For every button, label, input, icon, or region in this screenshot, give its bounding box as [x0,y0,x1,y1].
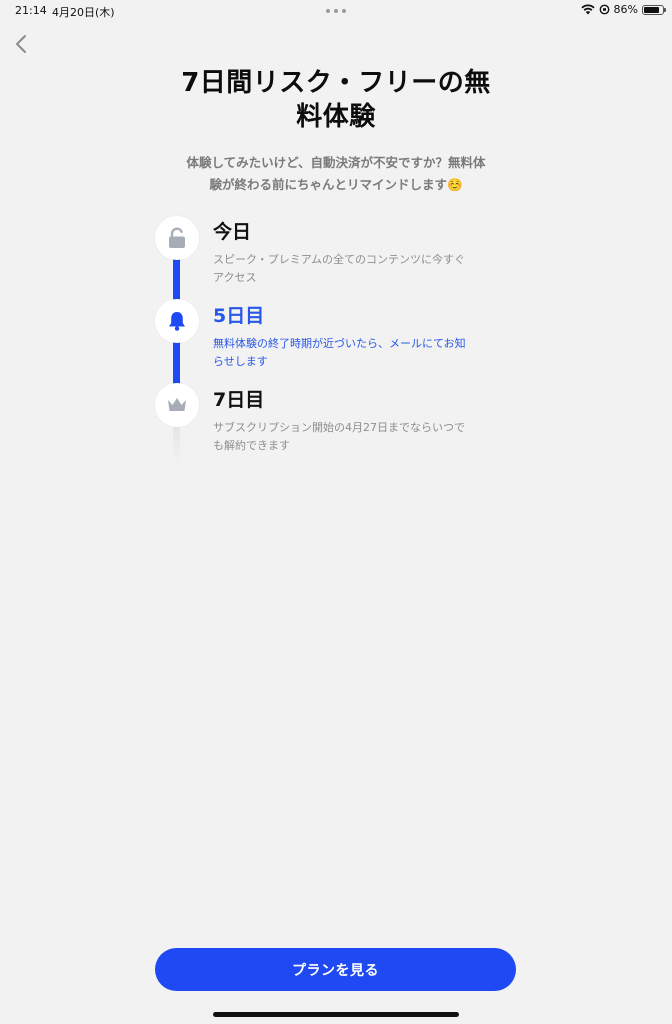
view-plans-button[interactable]: プランを見る [155,948,516,991]
timeline-step-description-line: アクセス [213,271,257,284]
timeline-step-description: 無料体験の終了時期が近づいたら、メールにてお知 らせします [213,335,503,371]
screen: 21:14 4月20日(木) 86% 7日間リスク・フリーの無 料体験 体験して… [0,0,672,1024]
trial-timeline: 今日 スピーク・プレミアムの全てのコンテンツに今すぐ アクセス 5日目 無料体験… [154,215,514,465]
wifi-icon [580,4,595,15]
timeline-step-description-line: らせします [213,355,268,368]
timeline-step-description: スピーク・プレミアムの全てのコンテンツに今すぐ アクセス [213,251,503,287]
status-date: 4月20日(木) [52,6,115,19]
status-time: 21:14 [15,4,47,17]
timeline-step-description-line: サブスクリプション開始の4月27日までならいつで [213,421,465,434]
timeline-tail [173,423,180,463]
timeline-step-day5: 5日目 無料体験の終了時期が近づいたら、メールにてお知 らせします [213,303,503,371]
status-indicators: 86% [580,3,666,16]
timeline-node-today [155,216,199,260]
timeline-step-description-line: スピーク・プレミアムの全てのコンテンツに今すぐ [213,253,466,266]
timeline-node-day7 [155,383,199,427]
timeline-node-day5 [155,299,199,343]
timeline-step-day7: 7日目 サブスクリプション開始の4月27日までならいつで も解約できます [213,387,503,455]
orientation-lock-icon [599,4,609,15]
page-title-line-1: 7日間リスク・フリーの無 [181,68,491,98]
multitasking-dots-icon[interactable] [326,9,346,13]
battery-fill [644,6,660,13]
battery-percentage: 86% [613,3,638,16]
chevron-left-icon [16,35,26,53]
page-subtitle: 体験してみたいけど、自動決済が不安ですか？無料体 験が終わる前にちゃんとリマイン… [176,152,496,196]
timeline-connector [173,255,180,303]
unlock-icon [169,227,185,248]
timeline-step-today: 今日 スピーク・プレミアムの全てのコンテンツに今すぐ アクセス [213,219,503,287]
page-title-line-2: 料体験 [296,102,376,132]
page-title: 7日間リスク・フリーの無 料体験 [160,66,512,134]
page-subtitle-line-2: 験が終わる前にちゃんとリマインドします☺️ [209,177,463,192]
timeline-step-description-line: も解約できます [213,439,290,452]
bell-icon [169,312,185,331]
timeline-step-description-line: 無料体験の終了時期が近づいたら、メールにてお知 [213,337,466,350]
home-indicator[interactable] [213,1012,459,1017]
timeline-step-title: 今日 [213,221,252,243]
status-bar: 21:14 4月20日(木) 86% [0,0,672,22]
timeline-connector [173,339,180,387]
timeline-step-title: 7日目 [213,389,265,411]
back-button[interactable] [8,30,34,58]
crown-icon [168,398,186,411]
timeline-step-description: サブスクリプション開始の4月27日までならいつで も解約できます [213,419,503,455]
battery-icon [642,4,666,15]
page-subtitle-line-1: 体験してみたいけど、自動決済が不安ですか？無料体 [186,155,486,170]
timeline-step-title: 5日目 [213,305,265,327]
